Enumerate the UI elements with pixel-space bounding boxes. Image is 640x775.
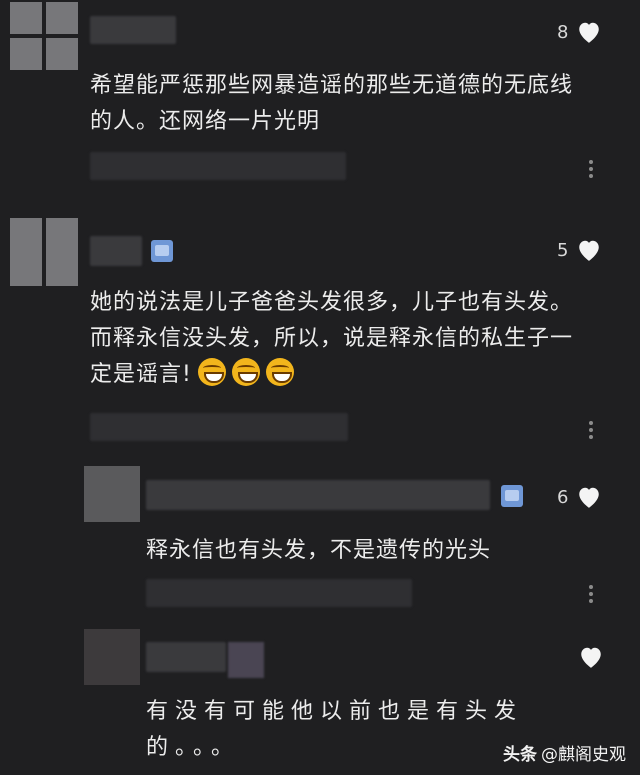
avatar[interactable] bbox=[10, 2, 78, 70]
comment-meta-blurred bbox=[146, 579, 412, 607]
watermark-author: @麒阁史观 bbox=[541, 745, 626, 765]
more-icon[interactable] bbox=[589, 582, 595, 606]
like-button[interactable] bbox=[578, 645, 604, 669]
comment-text-content: 她的说法是儿子爸爸头发很多，儿子也有头发。而释永信没头发，所以，说是释永信的私生… bbox=[90, 290, 574, 387]
avatar-tile bbox=[46, 2, 78, 34]
like-count: 5 bbox=[557, 239, 569, 261]
more-icon[interactable] bbox=[589, 157, 595, 181]
heart-icon bbox=[579, 22, 600, 43]
avatar-tile bbox=[10, 38, 42, 70]
avatar[interactable] bbox=[84, 466, 140, 522]
avatar[interactable] bbox=[84, 629, 140, 685]
like-count: 8 bbox=[557, 21, 569, 43]
watermark: 头条 @麒阁史观 bbox=[503, 740, 626, 765]
watermark-brand: 头条 bbox=[503, 745, 537, 765]
avatar-tile bbox=[46, 218, 78, 286]
comment-meta-blurred bbox=[90, 413, 348, 441]
like-button[interactable]: 8 bbox=[557, 20, 602, 44]
like-button[interactable]: 6 bbox=[557, 485, 602, 509]
comment-text: 她的说法是儿子爸爸头发很多，儿子也有头发。而释永信没头发，所以，说是释永信的私生… bbox=[90, 285, 580, 393]
avatar-tile bbox=[10, 2, 42, 34]
avatar[interactable] bbox=[10, 218, 78, 286]
comment-meta-blurred bbox=[90, 152, 346, 180]
like-button[interactable]: 5 bbox=[557, 238, 602, 262]
heart-icon bbox=[579, 487, 600, 508]
level-badge-icon bbox=[501, 485, 523, 507]
avatar-tile bbox=[10, 218, 42, 286]
username-blurred[interactable] bbox=[146, 480, 490, 510]
comment-text: 希望能严惩那些网暴造谣的那些无道德的无底线的人。还网络一片光明 bbox=[90, 73, 574, 134]
user-tag-blurred bbox=[228, 642, 264, 678]
username-blurred[interactable] bbox=[146, 642, 226, 672]
avatar-tile bbox=[46, 38, 78, 70]
like-count: 6 bbox=[557, 486, 569, 508]
comment-text: 释永信也有头发，不是遗传的光头 bbox=[146, 538, 492, 563]
more-icon[interactable] bbox=[589, 418, 595, 442]
grin-emoji-icon bbox=[197, 358, 226, 386]
grin-emoji-icon bbox=[265, 358, 294, 386]
grin-emoji-icon bbox=[231, 358, 260, 386]
level-badge-icon bbox=[151, 240, 173, 262]
heart-icon bbox=[581, 647, 601, 668]
heart-icon bbox=[579, 240, 600, 261]
username-blurred[interactable] bbox=[90, 236, 142, 266]
username-blurred[interactable] bbox=[90, 16, 176, 44]
